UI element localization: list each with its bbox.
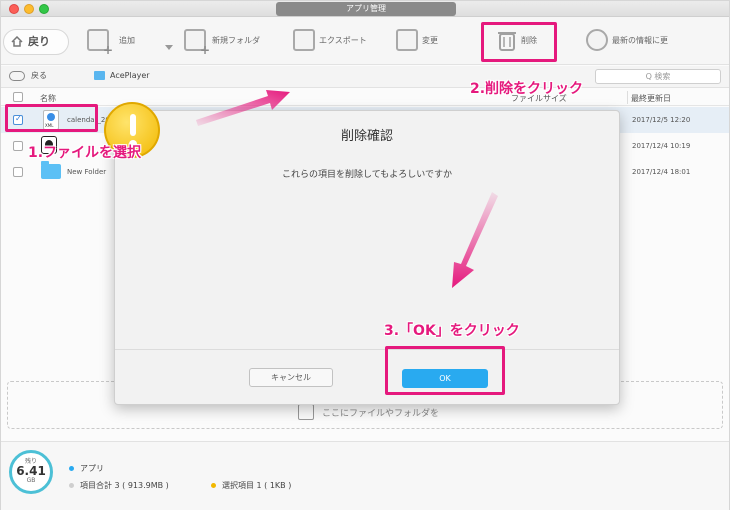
add-dropdown-icon[interactable] bbox=[165, 45, 173, 50]
column-modified[interactable]: 最終更新日 bbox=[631, 93, 671, 104]
gauge-value: 6.41 bbox=[16, 464, 46, 478]
breadcrumb[interactable]: AcePlayer bbox=[94, 71, 150, 80]
total-dot-icon bbox=[69, 483, 74, 488]
cancel-button[interactable]: キャンセル bbox=[249, 368, 333, 387]
selected-dot-icon bbox=[211, 483, 216, 488]
storage-gauge: 残り 6.41 GB bbox=[9, 450, 53, 494]
select-all-checkbox[interactable] bbox=[13, 92, 23, 102]
column-name[interactable]: 名称 bbox=[40, 93, 56, 104]
edit-icon bbox=[396, 29, 418, 51]
file-name: New Folder bbox=[67, 168, 107, 176]
legend-selected: 選択項目 1 ( 1KB ) bbox=[211, 480, 291, 491]
new-folder-button[interactable]: 新規フォルダ bbox=[184, 25, 260, 57]
step1-highlight bbox=[5, 104, 98, 132]
drop-file-icon bbox=[298, 404, 314, 420]
search-input[interactable]: Q 検索 bbox=[595, 69, 721, 84]
new-folder-icon bbox=[184, 29, 210, 57]
close-window-button[interactable] bbox=[9, 4, 19, 14]
status-bar: 残り 6.41 GB アプリ 項目合計 3 ( 913.9MB ) 選択項目 1… bbox=[1, 441, 729, 510]
legend-total: 項目合計 3 ( 913.9MB ) bbox=[69, 480, 169, 491]
path-bar: 戻る AcePlayer Q 検索 bbox=[1, 66, 729, 88]
rename-button[interactable]: 変更 bbox=[396, 25, 438, 55]
legend-apps: アプリ bbox=[69, 463, 104, 474]
export-label: エクスポート bbox=[319, 35, 367, 45]
row-checkbox[interactable] bbox=[13, 167, 23, 177]
export-icon bbox=[293, 29, 315, 51]
add-button[interactable]: 追加 bbox=[87, 25, 135, 57]
cloud-icon bbox=[9, 70, 25, 81]
file-date: 2017/12/4 18:01 bbox=[632, 168, 691, 176]
title-bar: アプリ管理 bbox=[1, 1, 729, 17]
apps-label: アプリ bbox=[80, 464, 104, 473]
zoom-window-button[interactable] bbox=[39, 4, 49, 14]
refresh-button[interactable]: 最新の情報に更 bbox=[586, 25, 668, 55]
export-button[interactable]: エクスポート bbox=[293, 25, 367, 55]
add-file-icon bbox=[87, 29, 113, 57]
path-back-button[interactable]: 戻る bbox=[9, 70, 47, 81]
rename-label: 変更 bbox=[422, 35, 438, 45]
folder-icon bbox=[41, 161, 61, 179]
row-checkbox[interactable] bbox=[13, 141, 23, 151]
step3-label: 3.「OK」をクリック bbox=[384, 323, 520, 339]
delete-confirm-dialog: 削除確認 これらの項目を削除してもよろしいですか キャンセル OK bbox=[114, 110, 620, 405]
refresh-icon bbox=[586, 29, 608, 51]
dialog-divider bbox=[115, 349, 619, 350]
file-date: 2017/12/4 10:19 bbox=[632, 142, 691, 150]
new-folder-label: 新規フォルダ bbox=[212, 35, 260, 45]
home-icon bbox=[11, 36, 23, 47]
drop-zone-text: ここにファイルやフォルダを bbox=[322, 408, 440, 419]
file-date: 2017/12/5 12:20 bbox=[632, 116, 691, 124]
path-back-label: 戻る bbox=[31, 71, 47, 80]
step1-label: 1.ファイルを選択 bbox=[28, 145, 142, 161]
refresh-label: 最新の情報に更 bbox=[612, 35, 668, 45]
step2-highlight bbox=[481, 22, 557, 62]
minimize-window-button[interactable] bbox=[24, 4, 34, 14]
breadcrumb-folder: AcePlayer bbox=[110, 71, 150, 80]
dialog-title: 削除確認 bbox=[340, 129, 393, 144]
add-label: 追加 bbox=[119, 35, 135, 45]
window-title: アプリ管理 bbox=[276, 2, 456, 16]
back-button[interactable]: 戻り bbox=[3, 29, 69, 55]
total-label: 項目合計 3 ( 913.9MB ) bbox=[80, 481, 169, 490]
toolbar: 戻り 追加 新規フォルダ エクスポート 変更 削除 bbox=[1, 17, 729, 65]
step3-highlight bbox=[385, 346, 505, 395]
step2-label: 2.削除をクリック bbox=[470, 81, 584, 97]
list-header: 名称 ファイルサイズ 最終更新日 bbox=[1, 89, 729, 106]
selected-label: 選択項目 1 ( 1KB ) bbox=[222, 481, 292, 490]
apps-dot-icon bbox=[69, 466, 74, 471]
folder-icon bbox=[94, 71, 105, 80]
dialog-message: これらの項目を削除してもよろしいですか bbox=[281, 170, 452, 180]
gauge-unit: GB bbox=[26, 477, 36, 484]
column-divider bbox=[627, 91, 628, 104]
back-button-label: 戻り bbox=[28, 35, 50, 48]
